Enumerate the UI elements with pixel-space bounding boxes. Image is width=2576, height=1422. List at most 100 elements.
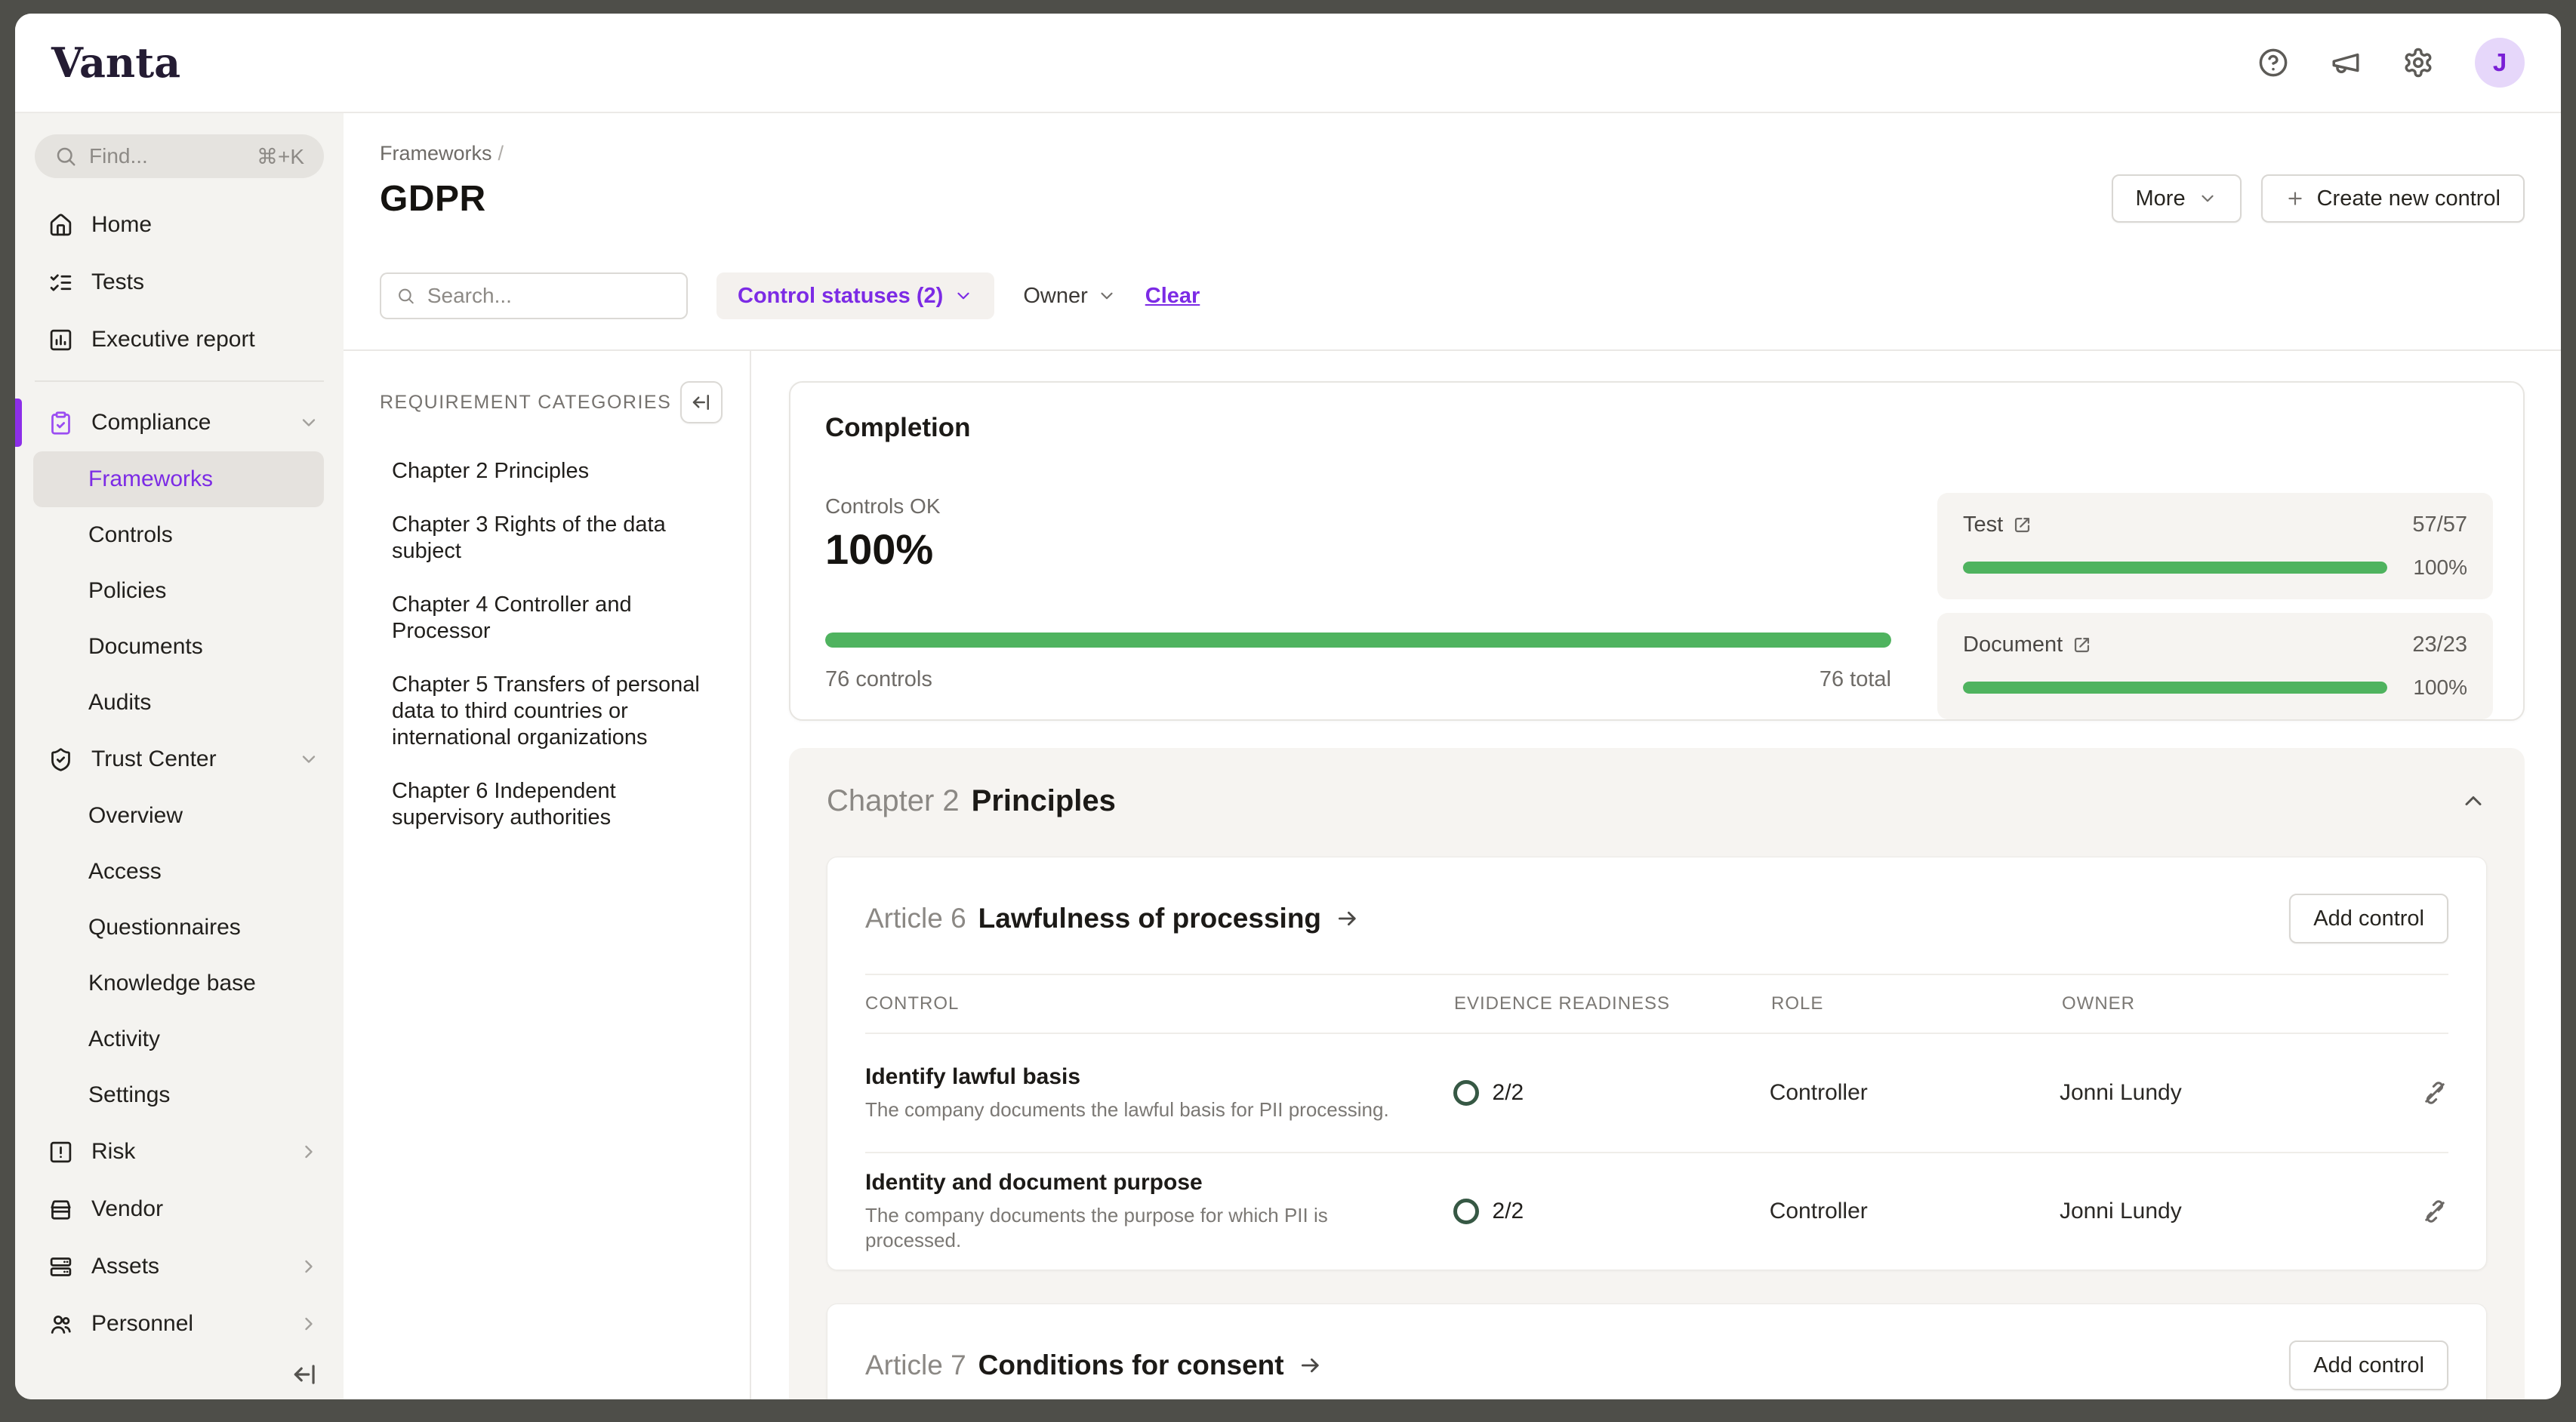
categories-heading: REQUIREMENT CATEGORIES: [380, 392, 671, 414]
control-description: The company documents the lawful basis f…: [865, 1097, 1401, 1122]
total-count: 76 total: [1820, 667, 1891, 692]
completion-progress-track: [825, 633, 1891, 648]
app-body: Find... ⌘+K Home Tests Executive report: [15, 113, 2561, 1399]
clear-filters-link[interactable]: Clear: [1145, 284, 1200, 309]
breadcrumb: Frameworks/: [380, 142, 2525, 165]
sidebar-item-questionnaires[interactable]: Questionnaires: [15, 900, 344, 956]
trust-shield-icon: [48, 747, 73, 772]
column-control: CONTROL: [865, 993, 1454, 1014]
sidebar-nav: Home Tests Executive report Compliance: [15, 196, 344, 1353]
chevron-down-icon: [954, 286, 973, 306]
topbar-actions: J: [2257, 38, 2525, 88]
panel-collapse-button[interactable]: [680, 381, 723, 423]
completion-progress-fill: [825, 633, 1891, 648]
personnel-users-icon: [48, 1312, 73, 1337]
category-chapter-2[interactable]: Chapter 2 Principles: [392, 458, 716, 485]
sidebar: Find... ⌘+K Home Tests Executive report: [15, 113, 344, 1399]
evidence-fraction: 2/2: [1493, 1080, 1524, 1106]
risk-alert-icon: [48, 1140, 73, 1165]
sidebar-item-vendor[interactable]: Vendor: [15, 1180, 344, 1238]
user-avatar[interactable]: J: [2475, 38, 2525, 88]
assets-server-icon: [48, 1254, 73, 1279]
unlink-icon[interactable]: [2421, 1079, 2448, 1107]
control-row[interactable]: Identity and document purpose The compan…: [865, 1152, 2448, 1270]
owner-cell: Jonni Lundy: [2060, 1199, 2421, 1224]
app-window: Vanta J Find... ⌘+K: [15, 14, 2561, 1399]
document-percent: 100%: [2404, 676, 2467, 700]
sidebar-find-button[interactable]: Find... ⌘+K: [35, 134, 324, 178]
article-name-link[interactable]: Lawfulness of processing: [978, 903, 1321, 934]
controls-table-header: CONTROL EVIDENCE READINESS ROLE OWNER: [865, 975, 2448, 1034]
sidebar-item-tests[interactable]: Tests: [15, 254, 344, 311]
owner-filter[interactable]: Owner: [1023, 284, 1116, 309]
article-prefix: Article 7: [865, 1350, 966, 1381]
find-shortcut: ⌘+K: [257, 144, 304, 169]
sidebar-item-access[interactable]: Access: [15, 844, 344, 900]
sidebar-item-audits[interactable]: Audits: [15, 675, 344, 731]
owner-cell: Jonni Lundy: [2060, 1080, 2421, 1106]
category-chapter-5[interactable]: Chapter 5 Transfers of personal data to …: [392, 672, 716, 751]
sidebar-item-home[interactable]: Home: [15, 196, 344, 254]
control-title[interactable]: Identity and document purpose: [865, 1170, 1423, 1196]
article-name-link[interactable]: Conditions for consent: [978, 1350, 1284, 1381]
help-icon[interactable]: [2257, 47, 2289, 78]
breadcrumb-frameworks[interactable]: Frameworks: [380, 142, 492, 165]
control-title[interactable]: Identify lawful basis: [865, 1064, 1423, 1090]
document-label[interactable]: Document: [1963, 633, 2063, 657]
control-row[interactable]: Identify lawful basis The company docume…: [865, 1034, 2448, 1152]
sidebar-item-label: Trust Center: [91, 746, 217, 772]
more-button[interactable]: More: [2112, 174, 2242, 223]
sidebar-item-frameworks[interactable]: Frameworks: [33, 451, 324, 507]
column-role: ROLE: [1771, 993, 2062, 1014]
controls-count: 76 controls: [825, 667, 932, 692]
completion-stats: Test 57/57 100%: [1937, 493, 2493, 719]
sidebar-item-trust-center[interactable]: Trust Center: [15, 731, 344, 788]
document-progress-fill: [1963, 682, 2387, 694]
sidebar-divider: [35, 380, 324, 382]
sidebar-collapse-icon[interactable]: [291, 1360, 319, 1389]
top-bar: Vanta J: [15, 14, 2561, 113]
sidebar-item-personnel[interactable]: Personnel: [15, 1295, 344, 1353]
sidebar-item-overview[interactable]: Overview: [15, 788, 344, 844]
test-label[interactable]: Test: [1963, 512, 2003, 537]
sidebar-item-assets[interactable]: Assets: [15, 1238, 344, 1295]
document-fraction: 23/23: [2412, 633, 2467, 657]
control-statuses-filter[interactable]: Control statuses (2): [716, 272, 994, 319]
announcements-icon[interactable]: [2330, 47, 2362, 78]
category-chapter-3[interactable]: Chapter 3 Rights of the data subject: [392, 512, 716, 565]
sidebar-item-compliance[interactable]: Compliance: [15, 394, 344, 451]
sidebar-item-documents[interactable]: Documents: [15, 619, 344, 675]
arrow-right-icon: [1298, 1353, 1323, 1378]
sidebar-item-label: Compliance: [91, 410, 211, 436]
completion-title: Completion: [825, 413, 2488, 443]
main-content: Frameworks/ GDPR More Create new control: [344, 113, 2561, 1399]
add-control-button[interactable]: Add control: [2289, 1340, 2448, 1390]
sidebar-item-knowledge-base[interactable]: Knowledge base: [15, 956, 344, 1011]
search-input[interactable]: [427, 284, 671, 308]
sidebar-item-executive-report[interactable]: Executive report: [15, 311, 344, 368]
page-header: Frameworks/ GDPR More Create new control: [344, 113, 2561, 223]
add-control-button[interactable]: Add control: [2289, 894, 2448, 943]
sidebar-item-risk[interactable]: Risk: [15, 1123, 344, 1180]
sidebar-item-settings[interactable]: Settings: [15, 1067, 344, 1123]
unlink-icon[interactable]: [2421, 1198, 2448, 1225]
chevron-right-icon: [298, 1313, 319, 1334]
create-new-control-button[interactable]: Create new control: [2261, 174, 2525, 223]
sidebar-item-policies[interactable]: Policies: [15, 563, 344, 619]
category-chapter-4[interactable]: Chapter 4 Controller and Processor: [392, 592, 716, 645]
sidebar-item-controls[interactable]: Controls: [15, 507, 344, 563]
chapter-name: Principles: [972, 784, 1116, 818]
chevron-down-icon: [298, 749, 319, 770]
settings-gear-icon[interactable]: [2402, 47, 2434, 78]
role-cell: Controller: [1770, 1199, 2060, 1224]
completion-percent: 100%: [825, 525, 1891, 574]
sidebar-item-activity[interactable]: Activity: [15, 1011, 344, 1067]
category-chapter-6[interactable]: Chapter 6 Independent supervisory author…: [392, 778, 716, 831]
tests-checklist-icon: [48, 270, 73, 295]
collapse-section-icon[interactable]: [2460, 787, 2487, 814]
plus-icon: [2285, 189, 2305, 208]
external-link-icon: [2012, 515, 2032, 535]
create-label: Create new control: [2317, 186, 2501, 211]
sidebar-item-label: Vendor: [91, 1196, 163, 1222]
sidebar-item-label: Risk: [91, 1139, 135, 1165]
